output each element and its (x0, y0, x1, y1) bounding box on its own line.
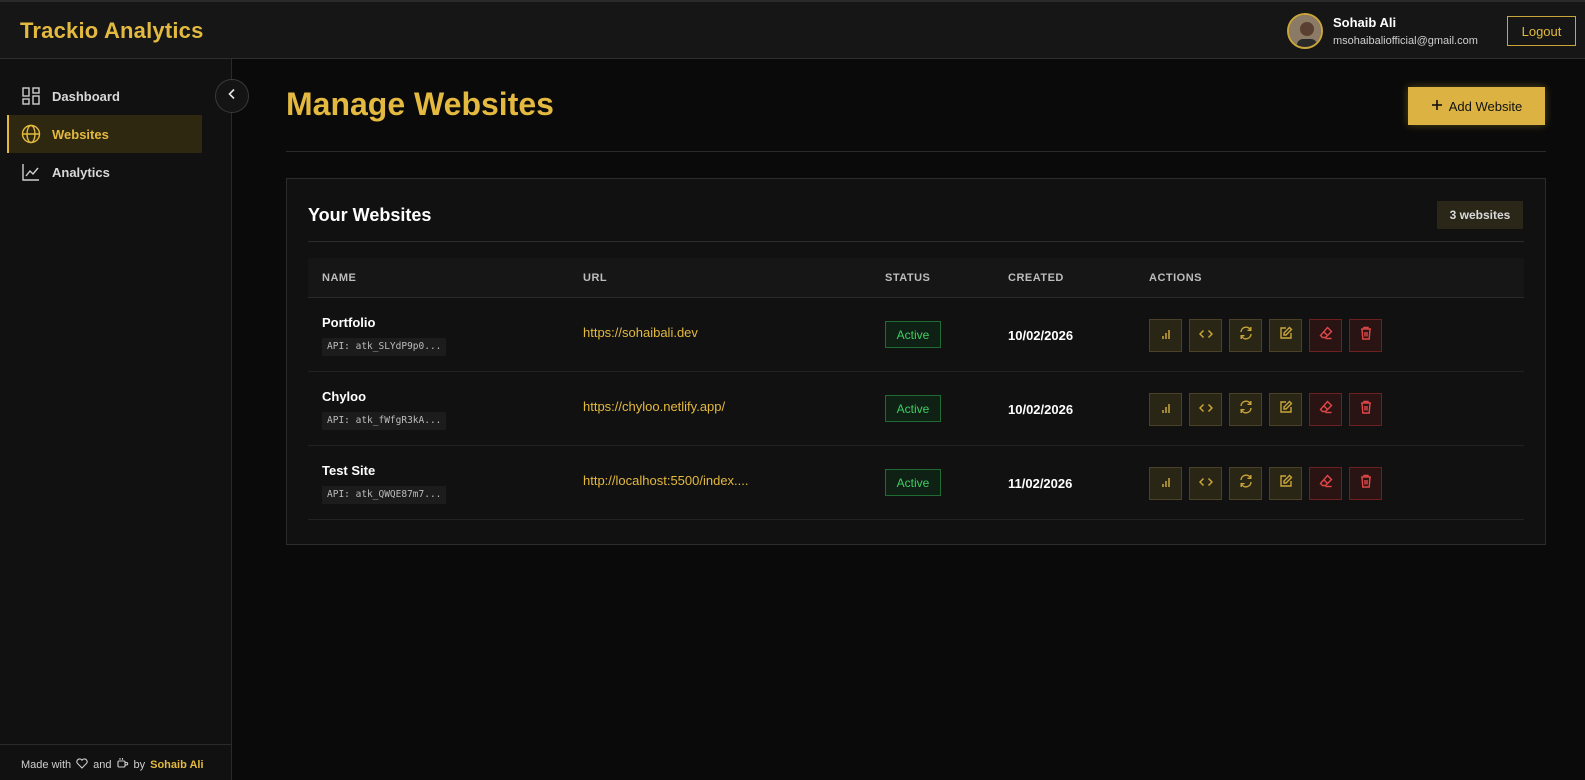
website-name: Portfolio (322, 315, 376, 330)
website-name: Chyloo (322, 389, 367, 404)
created-date: 11/02/2026 (1008, 476, 1073, 491)
refresh-icon (1239, 326, 1253, 345)
card-divider (308, 241, 1524, 242)
sidebar-item-label: Analytics (52, 164, 110, 180)
eraser-icon (1319, 474, 1333, 493)
table-header: NAME URL STATUS CREATED ACTIONS (308, 258, 1524, 298)
user-email: msohaibaliofficial@gmail.com (1333, 35, 1478, 47)
trash-icon (1360, 326, 1372, 345)
view-analytics-button[interactable] (1149, 319, 1182, 352)
edit-button[interactable] (1269, 393, 1302, 426)
refresh-icon (1239, 474, 1253, 493)
sidebar-item-websites[interactable]: Websites (7, 115, 202, 153)
table-row: Portfolio API: atk_SLYdP9p0... https://s… (308, 298, 1524, 372)
column-header-status: STATUS (885, 272, 931, 284)
created-date: 10/02/2026 (1008, 402, 1074, 417)
logout-button[interactable]: Logout (1507, 16, 1576, 46)
sidebar-footer: Made with and by Sohaib Ali (21, 757, 204, 772)
table-row: Test Site API: atk_QWQE87m7... http://lo… (308, 446, 1524, 520)
sidebar: Dashboard Websites Analytics Made with a… (0, 59, 232, 780)
column-header-actions: ACTIONS (1149, 272, 1202, 284)
embed-code-button[interactable] (1189, 393, 1222, 426)
code-icon (1198, 401, 1213, 419)
plus-icon (1431, 99, 1443, 114)
top-bar: Trackio Analytics Sohaib Ali msohaibalio… (0, 0, 1585, 59)
footer-author-link[interactable]: Sohaib Ali (150, 759, 203, 771)
edit-icon (1279, 474, 1293, 493)
eraser-icon (1319, 326, 1333, 345)
user-name: Sohaib Ali (1333, 15, 1397, 30)
add-website-label: Add Website (1448, 98, 1523, 114)
globe-icon (20, 123, 42, 145)
embed-code-button[interactable] (1189, 467, 1222, 500)
footer-by: by (133, 758, 146, 771)
clear-data-button[interactable] (1309, 319, 1342, 352)
code-icon (1198, 475, 1213, 493)
line-chart-icon (20, 161, 42, 183)
websites-card: Your Websites 3 websites NAME URL STATUS… (286, 178, 1546, 545)
delete-button[interactable] (1349, 393, 1382, 426)
edit-button[interactable] (1269, 467, 1302, 500)
clear-data-button[interactable] (1309, 393, 1342, 426)
created-date: 10/02/2026 (1008, 328, 1074, 343)
embed-code-button[interactable] (1189, 319, 1222, 352)
collapse-sidebar-button[interactable] (215, 79, 249, 113)
bar-chart-icon (1160, 401, 1172, 419)
bar-chart-icon (1160, 327, 1172, 345)
edit-icon (1279, 400, 1293, 419)
add-website-button[interactable]: Add Website (1408, 87, 1545, 125)
column-header-name: NAME (322, 272, 357, 284)
website-url-link[interactable]: https://sohaibali.dev (583, 325, 698, 340)
footer-and: and (93, 758, 112, 771)
sidebar-item-analytics[interactable]: Analytics (7, 153, 202, 191)
status-badge: Active (885, 469, 941, 496)
code-icon (1198, 327, 1213, 345)
regenerate-key-button[interactable] (1229, 319, 1262, 352)
clear-data-button[interactable] (1309, 467, 1342, 500)
table-row: Chyloo API: atk_fWfgR3kA... https://chyl… (308, 372, 1524, 446)
delete-button[interactable] (1349, 319, 1382, 352)
trash-icon (1360, 400, 1372, 419)
api-key[interactable]: API: atk_fWfgR3kA... (322, 412, 447, 430)
column-header-created: CREATED (1008, 272, 1064, 284)
app-title[interactable]: Trackio Analytics (20, 18, 204, 44)
api-key[interactable]: API: atk_QWQE87m7... (322, 486, 447, 504)
eraser-icon (1319, 400, 1333, 419)
trash-icon (1360, 474, 1372, 493)
delete-button[interactable] (1349, 467, 1382, 500)
website-name: Test Site (322, 463, 376, 478)
website-count-badge: 3 websites (1437, 201, 1523, 229)
chevron-left-icon (226, 87, 238, 105)
sidebar-item-label: Dashboard (52, 88, 120, 104)
refresh-icon (1239, 400, 1253, 419)
edit-icon (1279, 326, 1293, 345)
sidebar-item-dashboard[interactable]: Dashboard (7, 77, 202, 115)
footer-made-with: Made with (21, 758, 72, 771)
heart-icon (76, 757, 88, 772)
title-divider (286, 151, 1546, 152)
dashboard-icon (20, 85, 42, 107)
page-title: Manage Websites (286, 86, 554, 122)
view-analytics-button[interactable] (1149, 467, 1182, 500)
sidebar-item-label: Websites (52, 126, 109, 142)
edit-button[interactable] (1269, 319, 1302, 352)
regenerate-key-button[interactable] (1229, 393, 1262, 426)
view-analytics-button[interactable] (1149, 393, 1182, 426)
status-badge: Active (885, 395, 941, 422)
api-key[interactable]: API: atk_SLYdP9p0... (322, 338, 447, 356)
status-badge: Active (885, 321, 941, 348)
card-title: Your Websites (308, 205, 432, 225)
website-url-link[interactable]: https://chyloo.netlify.app/ (583, 399, 725, 414)
website-url-link[interactable]: http://localhost:5500/index.... (583, 473, 749, 488)
regenerate-key-button[interactable] (1229, 467, 1262, 500)
column-header-url: URL (583, 272, 608, 284)
coffee-icon (116, 757, 129, 772)
bar-chart-icon (1160, 475, 1172, 493)
sidebar-footer-divider (0, 744, 232, 745)
avatar[interactable] (1287, 13, 1323, 49)
